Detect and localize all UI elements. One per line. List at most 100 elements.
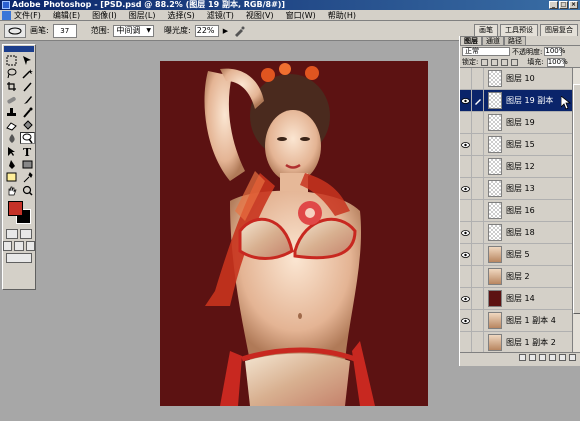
clone-stamp-tool[interactable] xyxy=(4,106,19,118)
maximize-button[interactable]: □ xyxy=(559,1,568,9)
layer-row[interactable]: 图层 12 xyxy=(460,155,580,178)
link-toggle[interactable] xyxy=(472,199,484,222)
magic-wand-tool[interactable] xyxy=(20,67,35,79)
lock-pixels-icon[interactable] xyxy=(491,58,499,66)
blur-tool[interactable] xyxy=(4,132,19,144)
link-toggle[interactable] xyxy=(472,155,484,178)
layer-row[interactable]: 图层 15 xyxy=(460,133,580,156)
path-selection-tool[interactable] xyxy=(4,145,19,157)
layer-row[interactable]: 图层 18 xyxy=(460,221,580,244)
menu-image[interactable]: 图像(I) xyxy=(92,10,117,21)
move-tool[interactable] xyxy=(20,54,35,66)
layer-row[interactable]: 图层 10 xyxy=(460,68,580,90)
visibility-toggle[interactable] xyxy=(460,243,472,266)
visibility-toggle[interactable] xyxy=(460,265,472,288)
blend-mode-select[interactable]: 正常 xyxy=(462,47,510,56)
adjustment-layer-button[interactable] xyxy=(549,354,556,361)
tab-paths[interactable]: 路径 xyxy=(504,36,526,45)
visibility-toggle[interactable] xyxy=(460,199,472,222)
hand-tool[interactable] xyxy=(4,184,19,196)
menu-view[interactable]: 视图(V) xyxy=(246,10,274,21)
zoom-tool[interactable] xyxy=(20,184,35,196)
pen-tool[interactable] xyxy=(4,158,19,170)
lock-position-icon[interactable] xyxy=(501,58,509,66)
link-toggle[interactable] xyxy=(472,287,484,310)
layer-row[interactable]: 图层 13 xyxy=(460,177,580,200)
visibility-toggle[interactable] xyxy=(460,221,472,244)
link-toggle[interactable] xyxy=(472,111,484,134)
link-toggle[interactable] xyxy=(472,68,484,90)
tab-channels[interactable]: 通道 xyxy=(482,36,504,45)
new-set-button[interactable] xyxy=(539,354,546,361)
slice-tool[interactable] xyxy=(20,80,35,92)
type-tool[interactable]: T xyxy=(20,145,35,157)
close-button[interactable]: × xyxy=(569,1,578,9)
link-toggle[interactable] xyxy=(472,177,484,200)
standard-mode-button[interactable] xyxy=(6,229,18,239)
visibility-toggle[interactable] xyxy=(460,68,472,90)
shape-tool[interactable] xyxy=(20,158,35,170)
marquee-tool[interactable] xyxy=(4,54,19,66)
visibility-toggle[interactable] xyxy=(460,155,472,178)
menu-help[interactable]: 帮助(H) xyxy=(328,10,356,21)
document-canvas[interactable] xyxy=(160,61,428,406)
foreground-color[interactable] xyxy=(8,201,23,216)
healing-tool[interactable] xyxy=(4,93,19,105)
menu-select[interactable]: 选择(S) xyxy=(167,10,194,21)
layer-row[interactable]: 图层 5 xyxy=(460,243,580,266)
exposure-arrow-icon[interactable]: ▶ xyxy=(223,27,228,35)
menu-window[interactable]: 窗口(W) xyxy=(286,10,316,21)
brush-tool[interactable] xyxy=(20,93,35,105)
eyedropper-tool[interactable] xyxy=(20,171,35,183)
lock-transparency-icon[interactable] xyxy=(481,58,489,66)
visibility-toggle[interactable] xyxy=(460,133,472,156)
tool-preset-picker[interactable] xyxy=(4,23,26,38)
add-mask-button[interactable] xyxy=(529,354,536,361)
airbrush-button[interactable] xyxy=(232,24,246,38)
eraser-tool[interactable] xyxy=(4,119,19,131)
visibility-toggle[interactable] xyxy=(460,287,472,310)
visibility-toggle[interactable] xyxy=(460,309,472,332)
layer-row[interactable]: 图层 2 xyxy=(460,265,580,288)
scrollbar-thumb[interactable] xyxy=(573,84,580,314)
visibility-toggle[interactable] xyxy=(460,89,472,112)
layer-row[interactable]: 图层 19 xyxy=(460,111,580,134)
opacity-input[interactable]: 100% xyxy=(544,47,565,56)
link-toggle[interactable] xyxy=(472,331,484,352)
visibility-toggle[interactable] xyxy=(460,177,472,200)
layer-row[interactable]: 图层 16 xyxy=(460,199,580,222)
layer-row[interactable]: 图层 1 副本 2 xyxy=(460,331,580,352)
menu-layer[interactable]: 图层(L) xyxy=(129,10,156,21)
new-layer-button[interactable] xyxy=(559,354,566,361)
brush-picker[interactable]: 37 xyxy=(52,23,77,38)
screen-mode-standard[interactable] xyxy=(3,241,13,251)
screen-mode-full[interactable] xyxy=(25,241,35,251)
lock-all-icon[interactable] xyxy=(511,58,519,66)
link-toggle[interactable] xyxy=(472,221,484,244)
dodge-tool[interactable] xyxy=(20,132,35,144)
delete-layer-button[interactable] xyxy=(569,354,576,361)
link-toggle[interactable] xyxy=(472,133,484,156)
menu-file[interactable]: 文件(F) xyxy=(14,10,41,21)
history-brush-tool[interactable] xyxy=(20,106,35,118)
toolbox-grip[interactable] xyxy=(4,46,34,52)
link-toggle[interactable] xyxy=(472,309,484,332)
menu-filter[interactable]: 滤镜(T) xyxy=(207,10,234,21)
menu-edit[interactable]: 编辑(E) xyxy=(53,10,80,21)
visibility-toggle[interactable] xyxy=(460,111,472,134)
visibility-toggle[interactable] xyxy=(460,331,472,352)
link-toggle[interactable] xyxy=(472,89,484,112)
gradient-tool[interactable] xyxy=(20,119,35,131)
layer-row[interactable]: 图层 14 xyxy=(460,287,580,310)
range-select[interactable]: 中间调 ▼ xyxy=(113,24,155,37)
exposure-input[interactable]: 22% xyxy=(194,24,219,37)
notes-tool[interactable] xyxy=(4,171,19,183)
crop-tool[interactable] xyxy=(4,80,19,92)
link-toggle[interactable] xyxy=(472,243,484,266)
minimize-button[interactable]: _ xyxy=(549,1,558,9)
lasso-tool[interactable] xyxy=(4,67,19,79)
layers-scrollbar[interactable] xyxy=(572,68,580,352)
layer-row[interactable]: 图层 1 副本 4 xyxy=(460,309,580,332)
link-toggle[interactable] xyxy=(472,265,484,288)
tab-layers[interactable]: 图层 xyxy=(460,36,482,45)
